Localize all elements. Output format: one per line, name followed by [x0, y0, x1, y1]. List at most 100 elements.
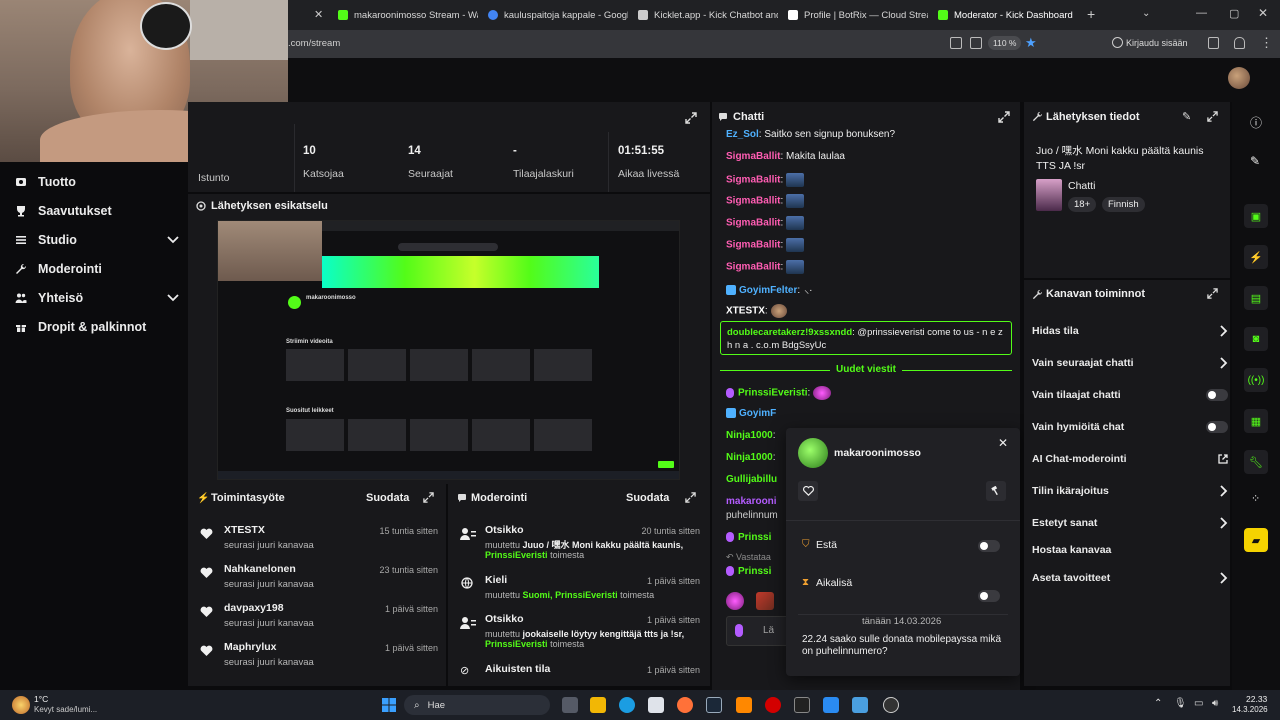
rail-button-clapper[interactable]: ▰ [1244, 528, 1268, 552]
edit-pencil-icon[interactable]: ✎ [1250, 154, 1260, 168]
nav-item-moderointi[interactable]: Moderointi [14, 258, 179, 280]
action-ai-moderation[interactable]: AI Chat-moderointi [1032, 448, 1228, 470]
task-view-icon[interactable] [562, 697, 578, 713]
expand-icon[interactable] [685, 492, 696, 503]
chat-username[interactable]: Prinssi [738, 566, 771, 577]
signin-link[interactable]: Kirjaudu sisään [1126, 38, 1188, 48]
chat-username[interactable]: SigmaBallit [726, 218, 780, 229]
browser-tab-active[interactable]: Moderator - Kick Dashboard ✕ [938, 4, 1078, 26]
tray-chevron-icon[interactable]: ⌃ [1154, 698, 1162, 709]
nav-item-yhteiso[interactable]: Yhteisö [14, 287, 179, 309]
close-window-icon[interactable]: ✕ [1258, 6, 1268, 20]
rail-button-layout[interactable]: ▦ [1244, 409, 1268, 433]
edge-icon[interactable] [619, 697, 635, 713]
zoom-level[interactable]: 110 % [988, 36, 1022, 50]
url-text[interactable]: .com/stream [288, 38, 340, 49]
rail-button-notes[interactable]: ▤ [1244, 286, 1268, 310]
ban-toggle[interactable] [978, 540, 1000, 552]
bookmark-star-icon[interactable]: ★ [1025, 35, 1037, 51]
extensions-icon[interactable] [1208, 37, 1219, 49]
shield-icon[interactable] [1234, 37, 1245, 49]
chat-username[interactable]: SigmaBallit [726, 151, 780, 162]
edit-pencil-icon[interactable]: ✎ [1182, 110, 1191, 123]
rail-button-moderation[interactable]: 🔧︎ [1244, 450, 1268, 474]
apps-icon[interactable]: ⁘ [1251, 492, 1260, 505]
microphone-icon[interactable]: 🎙︎ [1174, 698, 1187, 709]
volume-icon[interactable]: 🔊︎ [1212, 698, 1218, 709]
obs-icon[interactable] [883, 697, 899, 713]
expand-icon[interactable] [1207, 288, 1218, 299]
browser-tab[interactable]: Profile | BotRix — Cloud Stream [788, 4, 928, 26]
rail-button-broadcast[interactable]: ((•)) [1244, 368, 1268, 392]
steam-icon[interactable] [706, 697, 722, 713]
nav-item-dropit[interactable]: Dropit & palkinnot [14, 316, 179, 338]
browser-tab[interactable]: makaroonimosso Stream - Wat [338, 4, 478, 26]
follower-name[interactable]: Maphrylux [224, 641, 277, 653]
follow-button[interactable] [798, 481, 818, 501]
photos-icon[interactable] [852, 697, 868, 713]
file-explorer-icon[interactable] [590, 697, 606, 713]
screenshot-icon[interactable] [950, 37, 962, 49]
timeout-toggle[interactable] [978, 590, 1000, 602]
filter-button[interactable]: Suodata [626, 492, 669, 504]
chat-username[interactable]: doublecaretakerz!9xssxndd [727, 327, 852, 338]
chat-username[interactable]: Ez_Sol [726, 129, 759, 140]
subscribers-only-toggle[interactable] [1206, 389, 1228, 401]
action-slow-mode[interactable]: Hidas tila [1032, 320, 1228, 342]
info-icon[interactable]: ⓘ [1250, 114, 1262, 131]
chat-username[interactable]: PrinssiEveristi [738, 388, 807, 399]
chat-username[interactable]: Ninja1000 [726, 452, 773, 463]
browser-tab[interactable]: kauluspaitoja kappale - Google [488, 4, 628, 26]
network-icon[interactable]: ▭ [1194, 698, 1203, 709]
action-host-channel[interactable]: Hostaa kanavaa [1032, 539, 1228, 561]
rail-button-power[interactable]: ⚡ [1244, 245, 1268, 269]
avatar[interactable] [1228, 67, 1250, 89]
follower-name[interactable]: Nahkanelonen [224, 563, 296, 575]
chat-username[interactable]: Gullijabillu [726, 474, 777, 485]
nav-item-saavutukset[interactable]: Saavutukset [14, 200, 179, 222]
mod-tools-button[interactable] [986, 481, 1006, 501]
clock-time[interactable]: 22.33 [1246, 694, 1267, 704]
category-name[interactable]: Chatti [1068, 180, 1095, 192]
chat-username[interactable]: SigmaBallit [726, 240, 780, 251]
maximize-icon[interactable]: ▢ [1229, 7, 1239, 20]
rail-button-stream[interactable]: ▣ [1244, 204, 1268, 228]
vlc-icon[interactable] [736, 697, 752, 713]
new-messages-label[interactable]: Uudet viestit [830, 364, 903, 375]
preview-video[interactable]: makaroonimosso Striimin videoita Suositu… [217, 220, 680, 480]
weather-temp[interactable]: 1°C [34, 694, 48, 704]
expand-icon[interactable] [998, 111, 1010, 123]
nav-item-studio[interactable]: Studio [14, 229, 179, 251]
terminal-icon[interactable] [794, 697, 810, 713]
chat-username[interactable]: SigmaBallit [726, 175, 780, 186]
expand-icon[interactable] [423, 492, 434, 503]
minimize-icon[interactable]: — [1196, 7, 1207, 19]
chat-username[interactable]: XTESTX [726, 306, 765, 317]
emote-picker-icon[interactable] [726, 592, 744, 610]
log-actor[interactable]: PrinssiEveristi [555, 590, 618, 600]
emotes-only-toggle[interactable] [1206, 421, 1228, 433]
chat-username[interactable]: makarooni [726, 496, 777, 507]
expand-icon[interactable] [685, 112, 697, 124]
menu-kebab-icon[interactable]: ⋮ [1260, 35, 1273, 51]
follower-name[interactable]: davpaxy198 [224, 602, 284, 614]
taskbar-search[interactable]: ⌕ Hae [404, 695, 550, 715]
opera-icon[interactable] [765, 697, 781, 713]
expand-icon[interactable] [1207, 111, 1218, 122]
store-icon[interactable] [648, 697, 664, 713]
chat-username[interactable]: GoyimF [739, 408, 776, 419]
browser-tab[interactable]: Kicklet.app - Kick Chatbot and [638, 4, 778, 26]
follower-name[interactable]: XTESTX [224, 524, 265, 536]
close-tab-icon[interactable]: ✕ [314, 8, 323, 21]
close-icon[interactable]: ✕ [998, 436, 1008, 450]
install-app-icon[interactable] [970, 37, 982, 49]
action-age-restriction[interactable]: Tilin ikärajoitus [1032, 480, 1228, 502]
action-banned-words[interactable]: Estetyt sanat [1032, 512, 1228, 534]
log-actor[interactable]: PrinssiEveristi [485, 639, 548, 649]
close-tab-icon[interactable]: ✕ [1073, 10, 1078, 21]
firefox-icon[interactable] [677, 697, 693, 713]
log-actor[interactable]: PrinssiEveristi [485, 550, 548, 560]
chat-username[interactable]: GoyimFelter [739, 285, 797, 296]
snipping-tool-icon[interactable] [823, 697, 839, 713]
start-button[interactable] [382, 698, 396, 712]
